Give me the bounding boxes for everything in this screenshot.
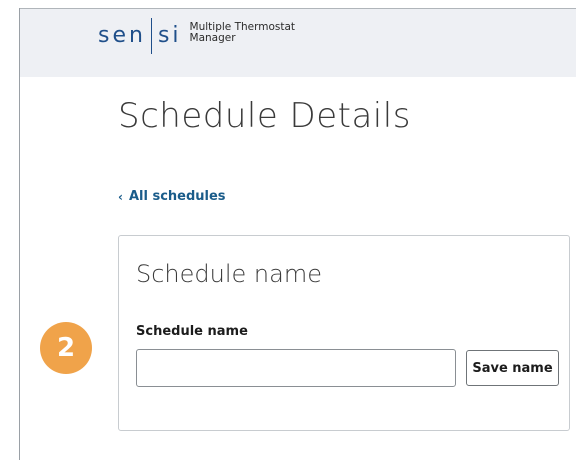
card-title: Schedule name — [136, 260, 322, 288]
app-name: Multiple Thermostat Manager — [190, 22, 296, 44]
logo-divider — [150, 18, 152, 54]
schedule-name-card: Schedule name Schedule name Save name — [118, 235, 570, 431]
all-schedules-link[interactable]: ‹ All schedules — [118, 189, 226, 204]
step-number-badge: 2 — [40, 322, 92, 374]
schedule-name-label: Schedule name — [136, 324, 248, 339]
logo-wordmark-left: sen — [98, 23, 146, 48]
sensi-logo[interactable]: sen si Multiple Thermostat Manager — [98, 18, 295, 54]
save-name-button[interactable]: Save name — [466, 350, 559, 386]
page-title: Schedule Details — [118, 96, 411, 136]
schedule-name-input[interactable] — [136, 349, 456, 387]
back-link-label: All schedules — [128, 189, 226, 204]
chevron-left-icon: ‹ — [118, 189, 123, 204]
app-frame: sen si Multiple Thermostat Manager Sched… — [0, 0, 576, 460]
logo-wordmark-right: si — [157, 23, 182, 48]
app-name-line2: Manager — [189, 32, 236, 44]
